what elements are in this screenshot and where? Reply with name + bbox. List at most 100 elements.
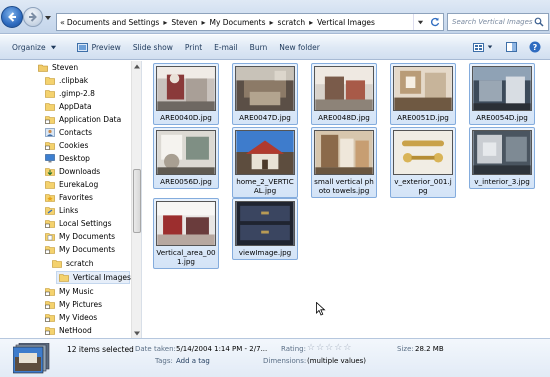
shortcut-folder-icon: [45, 287, 55, 296]
forward-arrow-icon: [29, 12, 37, 22]
file-tile-home-2-vertical[interactable]: home_2_VERTICAL.jpg: [232, 127, 298, 198]
search-input[interactable]: [448, 18, 534, 26]
forward-button[interactable]: [23, 7, 43, 27]
scroll-up-icon[interactable]: [133, 62, 141, 70]
new-folder-button[interactable]: New folder: [273, 35, 326, 60]
breadcrumb-item[interactable]: Steven: [170, 18, 198, 27]
file-tile-are0048d[interactable]: ARE0048D.jpg: [311, 63, 377, 125]
breadcrumb-item[interactable]: Documents and Settings: [66, 18, 160, 27]
breadcrumb-separator-icon[interactable]: ▸: [306, 18, 316, 27]
tree-item-label: NetHood: [59, 326, 92, 335]
chevron-down-icon: [487, 45, 493, 49]
preview-button[interactable]: Preview: [71, 35, 127, 60]
tree-item-my-pictures[interactable]: My Pictures: [45, 298, 102, 311]
file-tile-are0040d[interactable]: ARE0040D.jpg: [153, 63, 219, 125]
file-tile-viewimage[interactable]: viewImage.jpg: [232, 198, 298, 260]
back-arrow-icon: [8, 12, 16, 22]
tags-value[interactable]: Add a tag: [176, 357, 210, 365]
tree-item-contacts[interactable]: Contacts: [45, 126, 92, 139]
search-icon[interactable]: [534, 17, 544, 27]
tree-item-label: Links: [59, 206, 79, 215]
tree-item-my-music[interactable]: My Music: [45, 285, 94, 298]
tree-item-downloads[interactable]: Downloads: [45, 165, 100, 178]
tree-item-steven[interactable]: Steven: [38, 61, 78, 74]
address-dropdown-icon[interactable]: [413, 14, 427, 30]
tree-item-my-documents-library[interactable]: My Documents: [45, 230, 115, 243]
breadcrumb-separator-icon[interactable]: ▸: [198, 18, 208, 27]
chevron-down-icon: [50, 45, 56, 49]
tree-item-nethood[interactable]: NetHood: [45, 324, 92, 337]
preview-pane-button[interactable]: [502, 38, 520, 56]
tree-item-gimp[interactable]: .gimp-2.8: [45, 87, 95, 100]
email-button[interactable]: E-mail: [208, 35, 244, 60]
navigation-scrollbar[interactable]: [131, 61, 141, 338]
star-icon[interactable]: ☆: [307, 344, 315, 353]
preview-label: Preview: [91, 42, 121, 52]
back-button[interactable]: [1, 6, 23, 28]
tree-item-my-documents[interactable]: My Documents: [45, 243, 115, 256]
tree-item-application-data[interactable]: Application Data: [45, 113, 121, 126]
breadcrumb-separator-icon[interactable]: ▸: [267, 18, 277, 27]
search-box[interactable]: [447, 13, 549, 31]
tree-item-my-videos[interactable]: My Videos: [45, 311, 97, 324]
tree-item-cookies[interactable]: Cookies: [45, 139, 88, 152]
star-icon[interactable]: ☆: [316, 344, 324, 353]
file-tile-small-vertical-photo-towels[interactable]: small vertical photo towels.jpg: [311, 127, 377, 198]
tree-item-eurekalog[interactable]: EurekaLog: [45, 178, 98, 191]
file-tile-vertical-area-001[interactable]: Vertical_area_001.jpg: [153, 198, 219, 269]
tree-item-links[interactable]: Links: [45, 204, 78, 217]
slideshow-button[interactable]: Slide show: [127, 35, 179, 60]
star-icon[interactable]: ☆: [343, 344, 351, 353]
image-thumbnail: [235, 201, 295, 246]
tree-item-local-settings[interactable]: Local Settings: [45, 217, 112, 230]
file-tile-are0051d[interactable]: ARE0051D.jpg: [390, 63, 456, 125]
rating-stars[interactable]: ☆ ☆ ☆ ☆ ☆: [307, 344, 352, 353]
image-thumbnail: [314, 66, 374, 111]
shortcut-folder-icon: [45, 326, 55, 335]
shortcut-folder-icon: [45, 141, 55, 150]
tree-item-desktop[interactable]: Desktop: [45, 152, 90, 165]
breadcrumb-item[interactable]: scratch: [277, 18, 307, 27]
image-thumbnail: [393, 66, 453, 111]
help-button[interactable]: ?: [526, 38, 544, 56]
file-tile-v-interior-3[interactable]: v_interior_3.jpg: [469, 127, 535, 189]
tree-item-scratch[interactable]: scratch: [52, 257, 94, 270]
organize-button[interactable]: Organize: [0, 35, 63, 60]
file-tile-are0054d[interactable]: ARE0054D.jpg: [469, 63, 535, 125]
breadcrumb-overflow[interactable]: «: [57, 18, 66, 27]
tree-item-vertical-images[interactable]: Vertical Images: [56, 271, 131, 284]
print-label: Print: [184, 42, 203, 52]
tree-item-clipbak[interactable]: .clipbak: [45, 74, 88, 87]
shortcut-folder-icon: [45, 115, 55, 124]
breadcrumb[interactable]: « Documents and Settings ▸ Steven ▸ My D…: [56, 13, 444, 31]
file-tile-are0056d[interactable]: ARE0056D.jpg: [153, 127, 219, 189]
star-icon[interactable]: ☆: [325, 344, 333, 353]
organize-label: Organize: [12, 42, 46, 52]
tree-item-label: Downloads: [59, 167, 101, 176]
recent-pages-dropdown-icon[interactable]: [44, 14, 52, 22]
burn-button[interactable]: Burn: [244, 35, 274, 60]
file-name: ARE0056D.jpg: [160, 177, 212, 186]
file-tile-v-exterior-001[interactable]: v_exterior_001.jpg: [390, 127, 456, 198]
print-button[interactable]: Print: [179, 35, 208, 60]
tree-item-favorites[interactable]: Favorites: [45, 191, 93, 204]
dimensions-label: Dimensions:: [263, 357, 307, 365]
date-taken-value[interactable]: 5/14/2004 1:14 PM - 2/7...: [176, 345, 267, 353]
breadcrumb-item[interactable]: My Documents: [208, 18, 266, 27]
file-tile-are0047d[interactable]: ARE0047D.jpg: [232, 63, 298, 125]
breadcrumb-item-current[interactable]: Vertical Images: [316, 18, 376, 27]
star-icon[interactable]: ☆: [334, 344, 342, 353]
command-bar: Organize Preview Slide show Print E-mail…: [0, 35, 550, 60]
file-name: small vertical photo towels.jpg: [314, 177, 374, 195]
image-thumbnail: [156, 130, 216, 175]
file-name: ARE0040D.jpg: [160, 113, 212, 122]
breadcrumb-separator-icon[interactable]: ▸: [160, 18, 170, 27]
tree-item-appdata[interactable]: AppData: [45, 100, 92, 113]
size-label: Size:: [397, 345, 414, 353]
change-view-button[interactable]: [470, 38, 496, 56]
refresh-icon[interactable]: [427, 14, 443, 30]
file-name: ARE0048D.jpg: [318, 113, 370, 122]
folder-icon: [45, 89, 55, 98]
scroll-down-icon[interactable]: [133, 329, 141, 337]
scrollbar-thumb[interactable]: [133, 169, 141, 233]
